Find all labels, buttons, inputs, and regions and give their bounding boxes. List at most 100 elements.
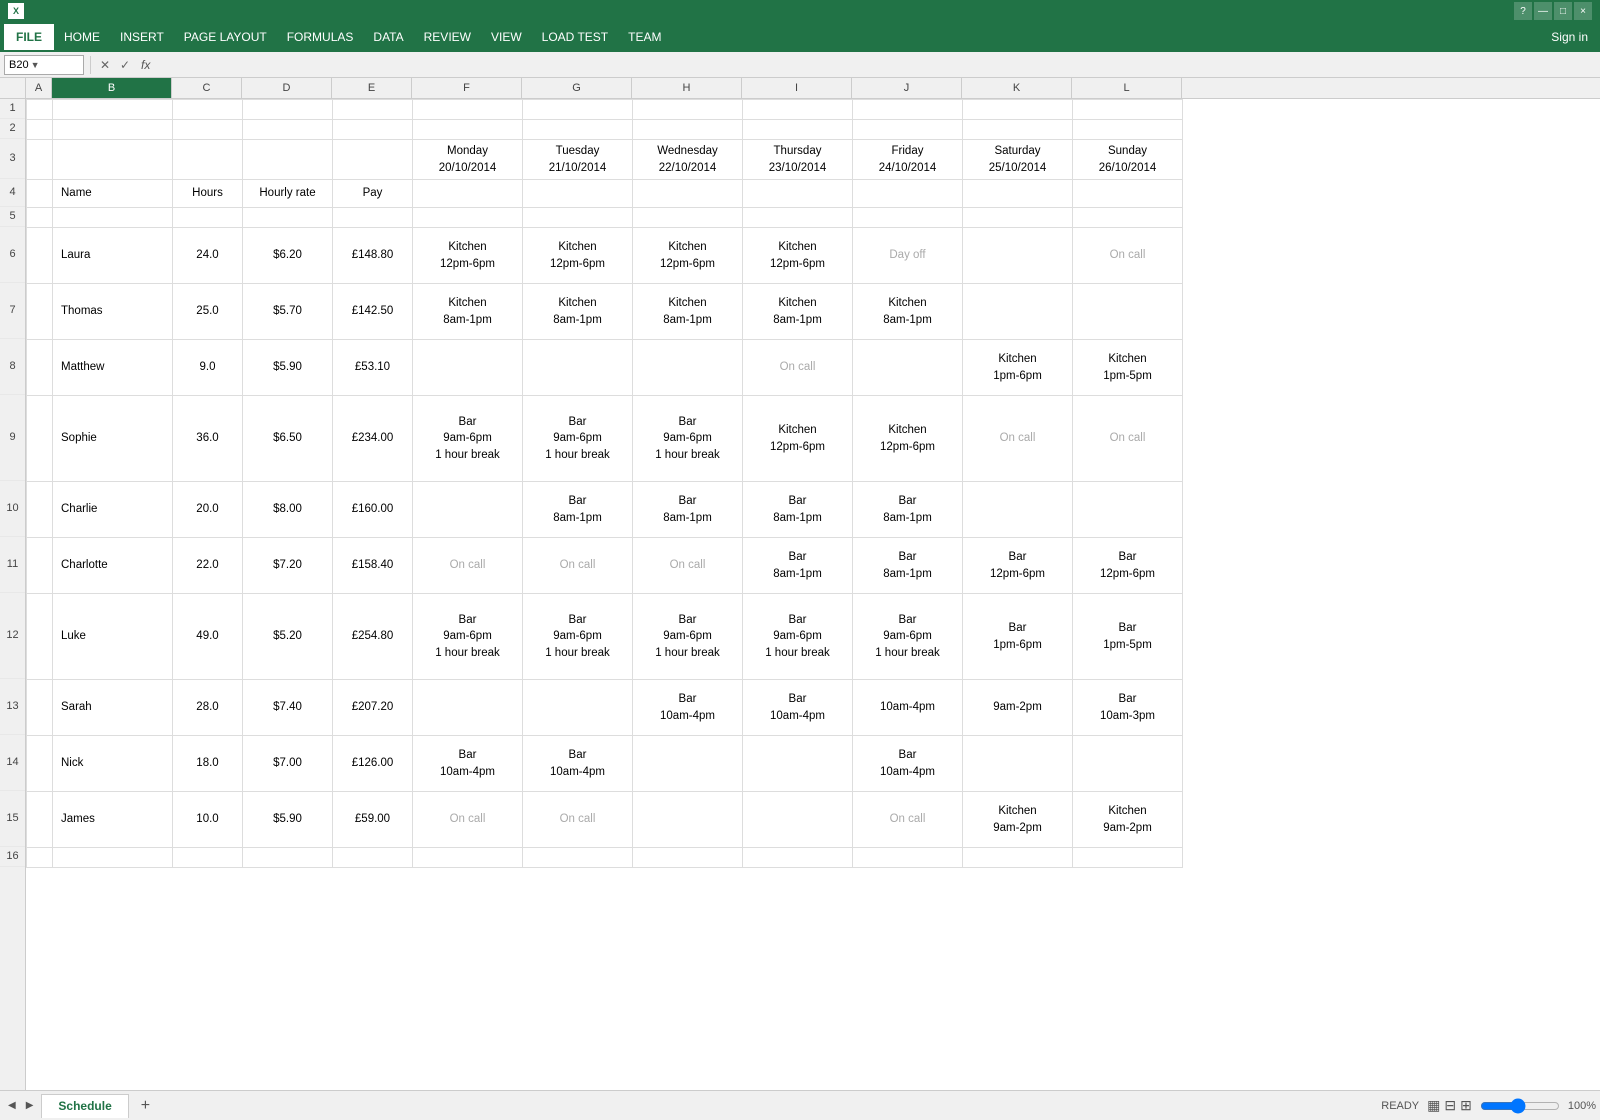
cell-J5[interactable] xyxy=(853,208,963,228)
cell-F8[interactable] xyxy=(413,340,523,396)
cell-J8[interactable] xyxy=(853,340,963,396)
help-btn[interactable]: ? xyxy=(1514,2,1532,20)
cell-B14-nick[interactable]: Nick xyxy=(53,736,173,792)
rownum-11[interactable]: 11 xyxy=(0,537,25,593)
rownum-6[interactable]: 6 xyxy=(0,227,25,283)
cell-F3[interactable]: Monday 20/10/2014 xyxy=(413,140,523,180)
col-header-K[interactable]: K xyxy=(962,78,1072,98)
review-menu[interactable]: REVIEW xyxy=(414,24,481,50)
close-btn[interactable]: × xyxy=(1574,2,1592,20)
cell-G5[interactable] xyxy=(523,208,633,228)
cell-I6[interactable]: Kitchen12pm-6pm xyxy=(743,228,853,284)
cell-B7-thomas[interactable]: Thomas xyxy=(53,284,173,340)
cell-K16[interactable] xyxy=(963,848,1073,868)
cell-B2[interactable] xyxy=(53,120,173,140)
cell-G14[interactable]: Bar10am-4pm xyxy=(523,736,633,792)
cell-L8[interactable]: Kitchen1pm-5pm xyxy=(1073,340,1183,396)
cell-G9[interactable]: Bar9am-6pm1 hour break xyxy=(523,396,633,482)
cell-C15[interactable]: 10.0 xyxy=(173,792,243,848)
cell-E15[interactable]: £59.00 xyxy=(333,792,413,848)
cell-H12[interactable]: Bar9am-6pm1 hour break xyxy=(633,594,743,680)
cell-J16[interactable] xyxy=(853,848,963,868)
cell-L7[interactable] xyxy=(1073,284,1183,340)
cell-F16[interactable] xyxy=(413,848,523,868)
cell-E9[interactable]: £234.00 xyxy=(333,396,413,482)
window-controls[interactable]: ? — □ × xyxy=(1514,2,1592,20)
cell-A13[interactable] xyxy=(27,680,53,736)
cell-E16[interactable] xyxy=(333,848,413,868)
rownum-8[interactable]: 8 xyxy=(0,339,25,395)
pagebreak-view-icon[interactable]: ⊞ xyxy=(1460,1097,1472,1114)
cell-J11[interactable]: Bar8am-1pm xyxy=(853,538,963,594)
cell-C3[interactable] xyxy=(173,140,243,180)
cell-L9[interactable]: On call xyxy=(1073,396,1183,482)
grid[interactable]: Monday 20/10/2014 Tuesday 21/10/2014 Wed… xyxy=(26,99,1600,1090)
cell-D7[interactable]: $5.70 xyxy=(243,284,333,340)
cell-H14[interactable] xyxy=(633,736,743,792)
cell-A11[interactable] xyxy=(27,538,53,594)
cell-K8[interactable]: Kitchen1pm-6pm xyxy=(963,340,1073,396)
cell-D3[interactable] xyxy=(243,140,333,180)
cell-C9[interactable]: 36.0 xyxy=(173,396,243,482)
rownum-9[interactable]: 9 xyxy=(0,395,25,481)
cell-F9[interactable]: Bar9am-6pm1 hour break xyxy=(413,396,523,482)
cell-I7[interactable]: Kitchen8am-1pm xyxy=(743,284,853,340)
cell-L13[interactable]: Bar10am-3pm xyxy=(1073,680,1183,736)
cell-G12[interactable]: Bar9am-6pm1 hour break xyxy=(523,594,633,680)
rownum-13[interactable]: 13 xyxy=(0,679,25,735)
cell-C16[interactable] xyxy=(173,848,243,868)
cell-G3[interactable]: Tuesday 21/10/2014 xyxy=(523,140,633,180)
cell-L6[interactable]: On call xyxy=(1073,228,1183,284)
cell-C1[interactable] xyxy=(173,100,243,120)
col-header-G[interactable]: G xyxy=(522,78,632,98)
cell-G13[interactable] xyxy=(523,680,633,736)
cell-B6-laura[interactable]: Laura xyxy=(53,228,173,284)
cell-D11[interactable]: $7.20 xyxy=(243,538,333,594)
cell-J12[interactable]: Bar9am-6pm1 hour break xyxy=(853,594,963,680)
cell-E11[interactable]: £158.40 xyxy=(333,538,413,594)
cell-F7[interactable]: Kitchen8am-1pm xyxy=(413,284,523,340)
cell-H8[interactable] xyxy=(633,340,743,396)
cell-K13[interactable]: 9am-2pm xyxy=(963,680,1073,736)
cell-G8[interactable] xyxy=(523,340,633,396)
cell-A14[interactable] xyxy=(27,736,53,792)
home-menu[interactable]: HOME xyxy=(54,24,110,50)
insert-menu[interactable]: INSERT xyxy=(110,24,174,50)
cell-I10[interactable]: Bar8am-1pm xyxy=(743,482,853,538)
confirm-icon[interactable]: ✓ xyxy=(117,58,133,72)
cell-A4[interactable] xyxy=(27,180,53,208)
cell-A8[interactable] xyxy=(27,340,53,396)
cell-D6[interactable]: $6.20 xyxy=(243,228,333,284)
cell-F1[interactable] xyxy=(413,100,523,120)
cell-I12[interactable]: Bar9am-6pm1 hour break xyxy=(743,594,853,680)
view-menu[interactable]: VIEW xyxy=(481,24,532,50)
cell-D9[interactable]: $6.50 xyxy=(243,396,333,482)
cell-L11[interactable]: Bar12pm-6pm xyxy=(1073,538,1183,594)
col-header-H[interactable]: H xyxy=(632,78,742,98)
cell-F11[interactable]: On call xyxy=(413,538,523,594)
cell-D15[interactable]: $5.90 xyxy=(243,792,333,848)
cell-H4[interactable] xyxy=(633,180,743,208)
cell-A7[interactable] xyxy=(27,284,53,340)
cell-D13[interactable]: $7.40 xyxy=(243,680,333,736)
cell-D4-rate-header[interactable]: Hourly rate xyxy=(243,180,333,208)
cell-I11[interactable]: Bar8am-1pm xyxy=(743,538,853,594)
cell-A16[interactable] xyxy=(27,848,53,868)
cell-D16[interactable] xyxy=(243,848,333,868)
rownum-15[interactable]: 15 xyxy=(0,791,25,847)
cell-H1[interactable] xyxy=(633,100,743,120)
cell-K12[interactable]: Bar1pm-6pm xyxy=(963,594,1073,680)
cell-E10[interactable]: £160.00 xyxy=(333,482,413,538)
rownum-16[interactable]: 16 xyxy=(0,847,25,867)
cell-E14[interactable]: £126.00 xyxy=(333,736,413,792)
cell-C2[interactable] xyxy=(173,120,243,140)
cell-I1[interactable] xyxy=(743,100,853,120)
cell-D8[interactable]: $5.90 xyxy=(243,340,333,396)
cancel-icon[interactable]: ✕ xyxy=(97,58,113,72)
cell-F6[interactable]: Kitchen12pm-6pm xyxy=(413,228,523,284)
cell-K11[interactable]: Bar12pm-6pm xyxy=(963,538,1073,594)
cell-E1[interactable] xyxy=(333,100,413,120)
cell-K4[interactable] xyxy=(963,180,1073,208)
cell-E2[interactable] xyxy=(333,120,413,140)
next-sheet-btn[interactable]: ▶ xyxy=(22,1098,38,1113)
